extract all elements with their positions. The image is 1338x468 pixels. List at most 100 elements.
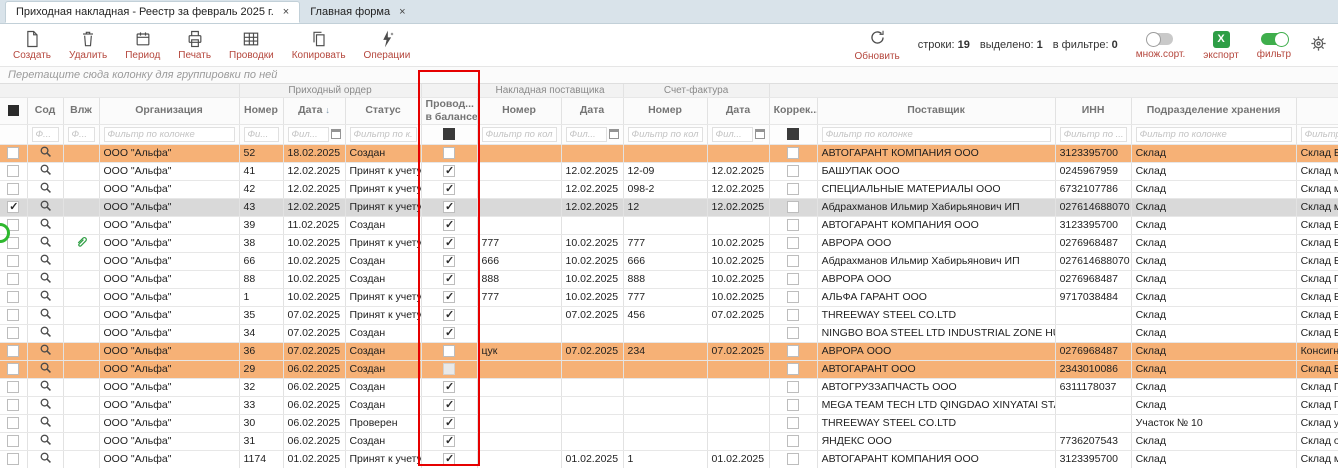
row-select-checkbox[interactable] <box>7 237 19 249</box>
toggle-on-icon[interactable] <box>1261 33 1287 45</box>
table-row[interactable]: ООО "Альфа"3407.02.2025СозданNINGBO BOA … <box>0 324 1338 342</box>
column-header-sup_date[interactable]: Дата <box>561 97 623 124</box>
print-button[interactable]: Печать <box>171 27 218 63</box>
table-row[interactable]: ООО "Альфа"3507.02.2025Принят к учету07.… <box>0 306 1338 324</box>
table-row[interactable]: ООО "Альфа"3911.02.2025СозданАВТОГАРАНТ … <box>0 216 1338 234</box>
open-record-icon[interactable] <box>39 145 52 161</box>
row-select-checkbox[interactable] <box>7 255 19 267</box>
open-record-icon[interactable] <box>39 415 52 431</box>
corr-checkbox[interactable] <box>787 255 799 267</box>
row-select-checkbox[interactable] <box>7 201 19 213</box>
posted-checkbox[interactable] <box>443 147 455 159</box>
open-record-icon[interactable] <box>39 199 52 215</box>
open-record-icon[interactable] <box>39 307 52 323</box>
filter-input-sf_date[interactable] <box>712 127 753 142</box>
row-select-checkbox[interactable] <box>7 399 19 411</box>
operations-button[interactable]: Операции <box>357 27 418 63</box>
select-all-checkbox[interactable] <box>8 105 19 116</box>
column-header-sf_num[interactable]: Номер <box>623 97 707 124</box>
open-record-icon[interactable] <box>39 361 52 377</box>
corr-checkbox[interactable] <box>787 201 799 213</box>
row-select-checkbox[interactable] <box>7 327 19 339</box>
attachment-icon[interactable] <box>75 235 88 251</box>
column-header-sf_date[interactable]: Дата <box>707 97 769 124</box>
filter-input-storage[interactable] <box>1136 127 1292 142</box>
column-header-supplier[interactable]: Поставщик <box>817 97 1055 124</box>
open-record-icon[interactable] <box>39 397 52 413</box>
filter-input-extra[interactable] <box>1301 127 1338 142</box>
filter-input-vlj[interactable] <box>68 127 95 142</box>
corr-checkbox[interactable] <box>787 237 799 249</box>
posted-checkbox[interactable] <box>443 399 455 411</box>
settings-button[interactable] <box>1309 34 1328 56</box>
posted-checkbox[interactable] <box>443 219 455 231</box>
corr-checkbox[interactable] <box>787 273 799 285</box>
table-row[interactable]: ООО "Альфа"110.02.2025Принят к учету7771… <box>0 288 1338 306</box>
table-row[interactable]: ООО "Альфа"4312.02.2025Принят к учету12.… <box>0 198 1338 216</box>
table-row[interactable]: ООО "Альфа"3306.02.2025СозданMEGA TEAM T… <box>0 396 1338 414</box>
row-select-checkbox[interactable] <box>7 291 19 303</box>
filter-input-sup_num[interactable] <box>482 127 557 142</box>
posted-checkbox[interactable] <box>443 435 455 447</box>
table-row[interactable]: ООО "Альфа"8810.02.2025Создан88810.02.20… <box>0 270 1338 288</box>
corr-checkbox[interactable] <box>787 165 799 177</box>
refresh-button[interactable]: Обновить <box>854 28 899 62</box>
open-record-icon[interactable] <box>39 379 52 395</box>
corr-checkbox[interactable] <box>787 345 799 357</box>
open-record-icon[interactable] <box>39 235 52 251</box>
column-header-po_status[interactable]: Статус <box>345 97 421 124</box>
filter-checkbox-corr[interactable] <box>787 128 799 140</box>
column-header-posted[interactable]: Провод...в балансе <box>421 97 477 124</box>
corr-checkbox[interactable] <box>787 327 799 339</box>
row-select-checkbox[interactable] <box>7 435 19 447</box>
open-record-icon[interactable] <box>39 271 52 287</box>
filter-input-supplier[interactable] <box>822 127 1051 142</box>
table-row[interactable]: ООО "Альфа"3810.02.2025Принят к учету777… <box>0 234 1338 252</box>
corr-checkbox[interactable] <box>787 309 799 321</box>
row-select-checkbox[interactable] <box>7 417 19 429</box>
filter-input-inn[interactable] <box>1060 127 1127 142</box>
posted-checkbox[interactable] <box>443 309 455 321</box>
open-record-icon[interactable] <box>39 433 52 449</box>
corr-checkbox[interactable] <box>787 291 799 303</box>
copy-button[interactable]: Копировать <box>285 27 353 63</box>
corr-checkbox[interactable] <box>787 219 799 231</box>
row-select-checkbox[interactable] <box>7 363 19 375</box>
column-header-corr[interactable]: Коррек... <box>769 97 817 124</box>
open-record-icon[interactable] <box>39 163 52 179</box>
row-select-checkbox[interactable] <box>7 165 19 177</box>
table-row[interactable]: ООО "Альфа"4112.02.2025Принят к учету12.… <box>0 162 1338 180</box>
table-row[interactable]: ООО "Альфа"3206.02.2025СозданАВТОГРУЗЗАП… <box>0 378 1338 396</box>
corr-checkbox[interactable] <box>787 417 799 429</box>
table-row[interactable]: ООО "Альфа"6610.02.2025Создан66610.02.20… <box>0 252 1338 270</box>
corr-checkbox[interactable] <box>787 381 799 393</box>
column-header-org[interactable]: Организация <box>99 97 239 124</box>
column-header-po_num[interactable]: Номер <box>239 97 283 124</box>
toggle-off-icon[interactable] <box>1147 33 1173 45</box>
posted-checkbox[interactable] <box>443 363 455 375</box>
corr-checkbox[interactable] <box>787 363 799 375</box>
filter-input-po_num[interactable] <box>244 127 279 142</box>
row-select-checkbox[interactable] <box>7 183 19 195</box>
posted-checkbox[interactable] <box>443 183 455 195</box>
row-select-checkbox[interactable] <box>7 273 19 285</box>
open-record-icon[interactable] <box>39 217 52 233</box>
tab-close-icon[interactable]: × <box>283 6 289 18</box>
posted-checkbox[interactable] <box>443 291 455 303</box>
tab-main-form[interactable]: Главная форма × <box>300 1 415 23</box>
posted-checkbox[interactable] <box>443 255 455 267</box>
open-record-icon[interactable] <box>39 325 52 341</box>
create-button[interactable]: Создать <box>6 27 58 63</box>
open-record-icon[interactable] <box>39 451 52 467</box>
grouping-drop-zone[interactable]: Перетащите сюда колонку для группировки … <box>0 66 1338 84</box>
table-row[interactable]: ООО "Альфа"5218.02.2025СозданАВТОГАРАНТ … <box>0 144 1338 162</box>
export-button[interactable]: X экспорт <box>1203 30 1239 61</box>
posted-checkbox[interactable] <box>443 417 455 429</box>
row-select-checkbox[interactable] <box>7 381 19 393</box>
filter-checkbox-posted[interactable] <box>443 128 455 140</box>
filter-input-sup_date[interactable] <box>566 127 607 142</box>
column-header-storage[interactable]: Подразделение хранения <box>1131 97 1296 124</box>
corr-checkbox[interactable] <box>787 183 799 195</box>
calendar-icon[interactable] <box>755 129 765 139</box>
filter-input-po_status[interactable] <box>350 127 417 142</box>
